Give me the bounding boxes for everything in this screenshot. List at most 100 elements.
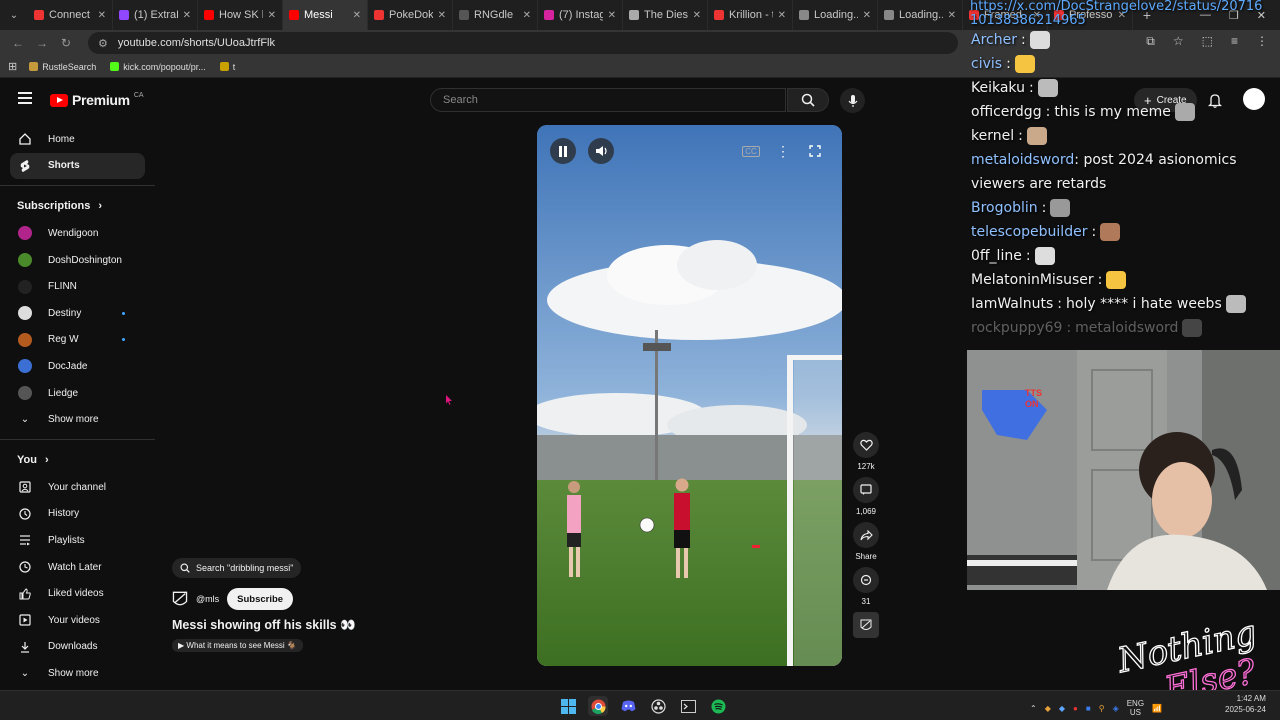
tab-close-icon[interactable]: ✕ [608, 10, 616, 21]
search-input[interactable]: Search [430, 88, 786, 112]
site-info-icon[interactable]: ⚙ [98, 37, 108, 50]
channel-handle[interactable]: @mls [196, 594, 219, 604]
related-link[interactable]: ▶ What it means to see Messi 🐐 [172, 639, 303, 652]
spotify-icon[interactable] [708, 696, 728, 716]
search-placeholder: Search [443, 94, 478, 106]
tab-search-button[interactable]: ⌄ [0, 0, 28, 30]
windows-start-icon[interactable] [558, 696, 578, 716]
tab-close-icon[interactable]: ✕ [523, 10, 531, 21]
back-icon[interactable]: ← [6, 36, 30, 50]
sidebar-item-downloads[interactable]: Downloads [0, 634, 145, 661]
pause-button[interactable] [550, 138, 576, 164]
bookmark-item[interactable]: RustleSearch [29, 62, 96, 72]
tab-favicon-icon [204, 10, 214, 20]
browser-tab[interactable]: Messi ✕ [283, 0, 368, 30]
browser-tab[interactable]: Krillion - th ✕ [708, 0, 793, 30]
subscription-item[interactable]: Destiny [0, 300, 145, 327]
tab-close-icon[interactable]: ✕ [693, 10, 701, 21]
tray-app-icon[interactable]: ◈ [1113, 704, 1119, 713]
apps-icon[interactable]: ⊞ [8, 60, 17, 73]
chrome-icon[interactable] [588, 696, 608, 716]
discord-icon[interactable] [618, 696, 638, 716]
taskbar-clock[interactable]: 1:42 AM 2025-06-24 [1225, 693, 1266, 715]
remix-action[interactable]: 31 [850, 567, 882, 606]
url-field[interactable]: ⚙ youtube.com/shorts/UUoaJtrfFlk [88, 32, 958, 54]
show-more-subscriptions[interactable]: ⌄ Show more [0, 406, 145, 433]
tray-app-icon[interactable]: ■ [1086, 704, 1091, 713]
browser-tab[interactable]: (7) Instagr ✕ [538, 0, 623, 30]
youtube-logo[interactable]: Premium CA [50, 92, 144, 108]
subscription-item[interactable]: Liedge [0, 380, 145, 407]
tab-close-icon[interactable]: ✕ [438, 10, 446, 21]
show-more-you[interactable]: ⌄ Show more [0, 660, 145, 687]
voice-search-button[interactable] [840, 88, 865, 113]
comment-action[interactable]: 1,069 [850, 477, 882, 516]
shorts-video-player[interactable]: CC ⋮ [537, 125, 842, 666]
terminal-icon[interactable] [678, 696, 698, 716]
tab-close-icon[interactable]: ✕ [948, 10, 956, 21]
you-heading[interactable]: You › [0, 446, 155, 474]
clock-date: 2025-06-24 [1225, 705, 1266, 714]
subscription-item[interactable]: DocJade [0, 353, 145, 380]
tray-overflow-icon[interactable]: ⌃ [1030, 704, 1037, 713]
tray-app-icon[interactable]: ● [1073, 704, 1078, 713]
tab-favicon-icon [289, 10, 299, 20]
browser-tab[interactable]: RNGdle ✕ [453, 0, 538, 30]
tab-close-icon[interactable]: ✕ [183, 10, 191, 21]
tab-close-icon[interactable]: ✕ [863, 10, 871, 21]
captions-button[interactable]: CC [738, 138, 764, 164]
reload-icon[interactable]: ↻ [54, 36, 78, 50]
sidebar-item-shorts[interactable]: Shorts [10, 152, 145, 180]
tab-title: How SK h [219, 9, 263, 21]
menu-icon[interactable] [18, 92, 32, 104]
sidebar-item-liked-videos[interactable]: Liked videos [0, 580, 145, 607]
tab-close-icon[interactable]: ✕ [778, 10, 786, 21]
bookmark-item[interactable]: kick.com/popout/pr... [110, 62, 206, 72]
subscribe-button[interactable]: Subscribe [227, 588, 294, 610]
sound-action[interactable] [850, 612, 882, 638]
tray-app-icon[interactable]: ◆ [1045, 704, 1051, 713]
fullscreen-button[interactable] [802, 138, 828, 164]
volume-button[interactable] [588, 138, 614, 164]
language-indicator[interactable]: ENG US [1127, 699, 1144, 717]
like-action[interactable]: 127k [850, 432, 882, 471]
region-text: US [1129, 708, 1141, 717]
tab-title: The Dies [644, 9, 688, 21]
subscription-item[interactable]: FLINN [0, 273, 145, 300]
sidebar-item-playlists[interactable]: Playlists [0, 527, 145, 554]
subscriptions-heading[interactable]: Subscriptions › [0, 192, 155, 220]
forward-icon[interactable]: → [30, 36, 54, 50]
bookmark-item[interactable]: t [219, 62, 235, 72]
tab-close-icon[interactable]: ✕ [268, 10, 276, 21]
browser-tab[interactable]: The Dies ✕ [623, 0, 708, 30]
tray-app-icon[interactable]: ◆ [1059, 704, 1065, 713]
tab-close-icon[interactable]: ✕ [98, 10, 106, 21]
subscription-item[interactable]: DoshDoshington [0, 247, 145, 274]
browser-tab[interactable]: PokeDoku ✕ [368, 0, 453, 30]
subscription-item[interactable]: Reg W [0, 327, 145, 354]
tray-app-icon[interactable]: ⚲ [1099, 704, 1105, 713]
sidebar-item-your-channel[interactable]: Your channel [0, 474, 145, 501]
browser-tab[interactable]: Loading... ✕ [878, 0, 963, 30]
sidebar-item-your-videos[interactable]: Your videos [0, 607, 145, 634]
browser-tab[interactable]: Connect t ✕ [28, 0, 113, 30]
search-button[interactable] [787, 88, 829, 112]
browser-tab[interactable]: How SK h ✕ [198, 0, 283, 30]
share-action[interactable]: Share [850, 522, 882, 561]
subscriptions-heading-label: Subscriptions [17, 200, 91, 213]
sidebar-item-home[interactable]: Home [0, 126, 145, 153]
browser-tab[interactable]: Loading... ✕ [793, 0, 878, 30]
search-suggestion-chip[interactable]: Search "dribbling messi" [172, 558, 302, 578]
more-options-button[interactable]: ⋮ [770, 138, 796, 164]
obs-icon[interactable] [648, 696, 668, 716]
sidebar-item-history[interactable]: History [0, 501, 145, 528]
chat-emote-icon [1225, 295, 1246, 313]
browser-tab[interactable]: (1) ExtraE ✕ [113, 0, 198, 30]
network-icon[interactable]: 📶 [1152, 704, 1162, 713]
chat-colon: : [1097, 272, 1103, 288]
youtube-play-icon [50, 93, 68, 107]
subscription-item[interactable]: Wendigoon [0, 220, 145, 247]
tab-close-icon[interactable]: ✕ [353, 10, 361, 21]
sidebar-item-watch-later[interactable]: Watch Later [0, 554, 145, 581]
channel-avatar-icon[interactable] [172, 591, 188, 608]
